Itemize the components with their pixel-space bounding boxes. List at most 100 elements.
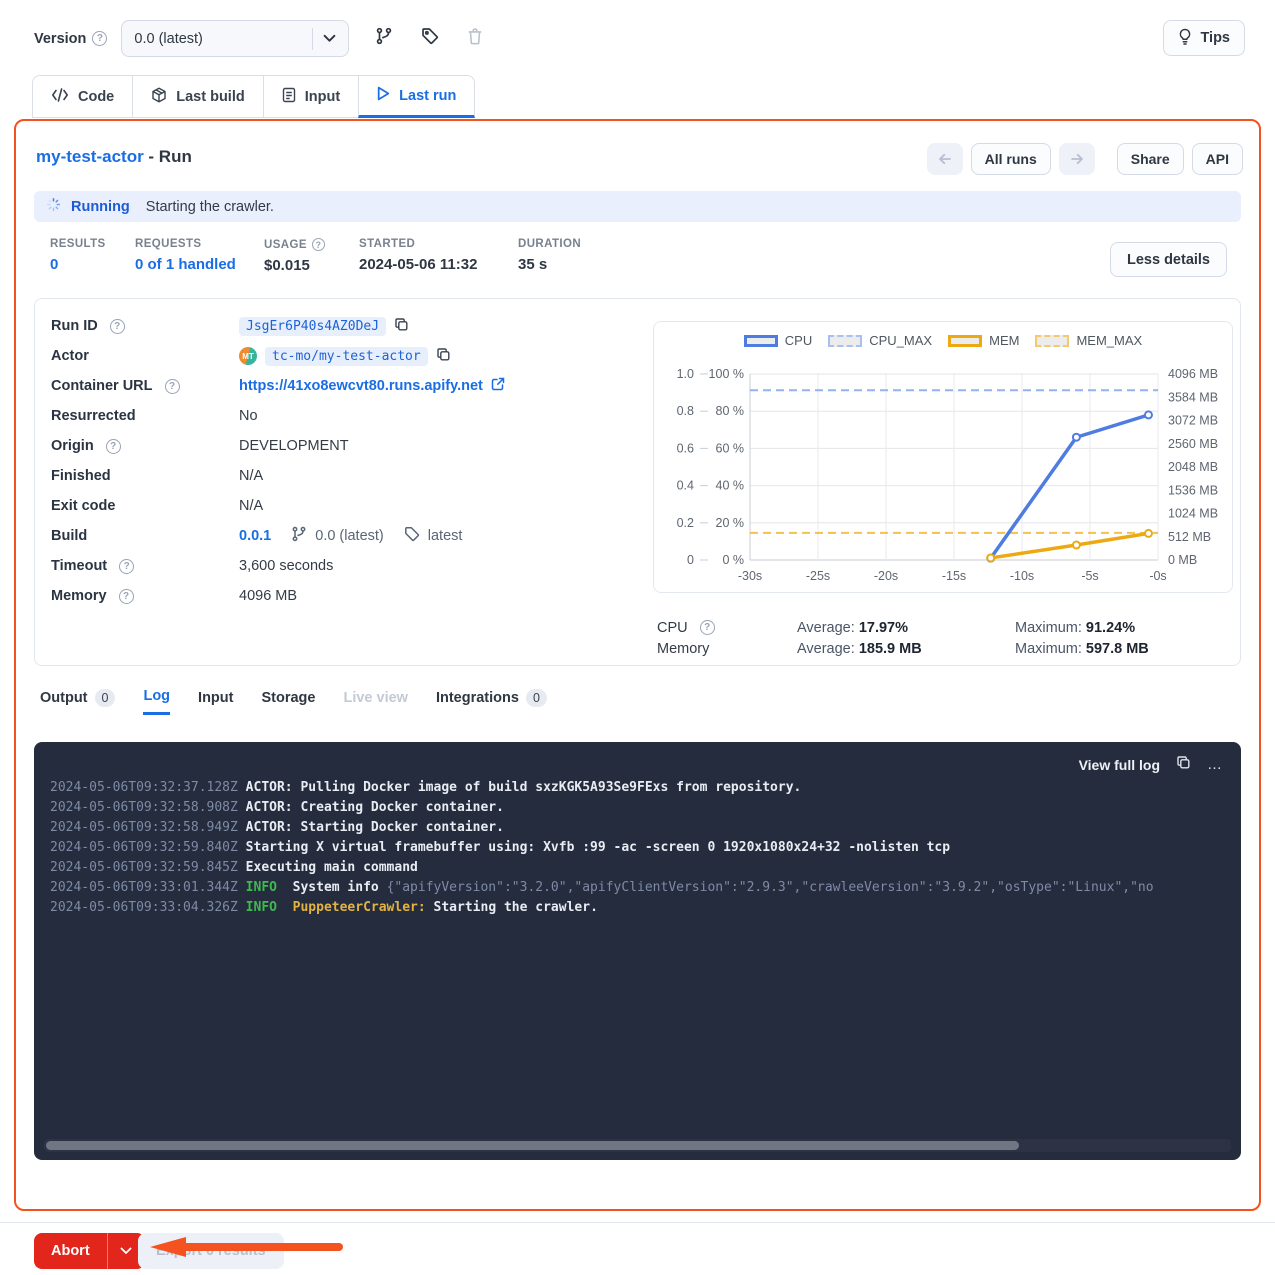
copy-icon[interactable]: [1176, 755, 1191, 775]
more-menu-icon[interactable]: [1207, 756, 1223, 774]
svg-text:20 %: 20 %: [716, 516, 745, 530]
log-header: View full log: [1079, 755, 1223, 775]
svg-text:4096 MB: 4096 MB: [1168, 367, 1218, 381]
view-full-log-button[interactable]: View full log: [1079, 757, 1160, 773]
stat-started: STARTED2024-05-06 11:32: [359, 238, 518, 274]
detail-row-resurrected: ResurrectedNo: [51, 401, 611, 431]
detail-row-memory: Memory4096 MB: [51, 581, 611, 611]
log-line: 2024-05-06T09:32:37.128Z ACTOR: Pulling …: [50, 778, 1241, 798]
all-runs-button[interactable]: All runs: [971, 143, 1051, 175]
next-run-button[interactable]: [1059, 143, 1095, 175]
legend-item-mem: MEM: [948, 333, 1019, 348]
abort-button[interactable]: Abort: [34, 1233, 108, 1269]
svg-text:0.4: 0.4: [677, 479, 694, 493]
chevron-down-icon: [323, 31, 336, 47]
detail-row-timeout: Timeout3,600 seconds: [51, 551, 611, 581]
detail-row-actor: ActorMTtc-mo/my-test-actor: [51, 341, 611, 371]
chevron-down-icon: [120, 1247, 132, 1255]
play-icon: [377, 86, 390, 105]
avatar: MT: [239, 347, 257, 365]
status-bar: Running Starting the crawler.: [34, 191, 1241, 222]
svg-text:0: 0: [687, 553, 694, 567]
legend-item-cpu: CPU: [744, 333, 812, 348]
footer-divider: [0, 1222, 1275, 1223]
code-icon: [51, 88, 69, 106]
copy-icon[interactable]: [436, 347, 451, 366]
svg-text:512 MB: 512 MB: [1168, 530, 1211, 544]
page-title: my-test-actor - Run: [36, 147, 192, 167]
version-select[interactable]: 0.0 (latest): [121, 20, 349, 57]
tips-label: Tips: [1200, 30, 1230, 46]
tab-live-view[interactable]: Live view: [343, 690, 407, 714]
tab-log[interactable]: Log: [143, 688, 170, 715]
scrollbar-thumb[interactable]: [46, 1141, 1019, 1150]
help-icon: [119, 559, 134, 574]
log-line: 2024-05-06T09:32:58.908Z ACTOR: Creating…: [50, 798, 1241, 818]
tab-output[interactable]: Output0: [40, 689, 115, 715]
detail-row-exit-code: Exit codeN/A: [51, 491, 611, 521]
actor-badge[interactable]: tc-mo/my-test-actor: [265, 347, 428, 366]
less-details-button[interactable]: Less details: [1110, 242, 1227, 277]
usage-row-cpu: CPUAverage: 17.97%Maximum: 91.24%: [657, 617, 1149, 638]
copy-icon[interactable]: [394, 317, 409, 336]
stat-usage: USAGE$0.015: [264, 238, 359, 274]
branch-icon[interactable]: [375, 27, 393, 50]
actor-name-link[interactable]: my-test-actor: [36, 147, 144, 166]
stat-duration: DURATION35 s: [518, 238, 608, 274]
svg-text:0.2: 0.2: [677, 516, 694, 530]
stat-value[interactable]: 0 of 1 handled: [135, 256, 264, 273]
legend-swatch: [1035, 335, 1069, 347]
tab-input[interactable]: Input: [263, 75, 359, 118]
help-icon: [110, 319, 125, 334]
stat-value[interactable]: 0: [50, 256, 135, 273]
usage-summary: CPUAverage: 17.97%Maximum: 91.24%MemoryA…: [657, 617, 1149, 659]
tab-run-input[interactable]: Input: [198, 690, 233, 714]
tab-integrations[interactable]: Integrations0: [436, 689, 547, 715]
svg-text:2560 MB: 2560 MB: [1168, 437, 1218, 451]
svg-text:1536 MB: 1536 MB: [1168, 483, 1218, 497]
branch-icon: [291, 526, 307, 546]
api-button[interactable]: API: [1192, 143, 1243, 175]
help-icon: [106, 439, 121, 454]
svg-text:40 %: 40 %: [716, 479, 745, 493]
share-button[interactable]: Share: [1117, 143, 1184, 175]
help-icon: [700, 620, 715, 635]
container-url-link[interactable]: https://41xo8ewcvt80.runs.apify.net: [239, 378, 483, 394]
integrations-count-badge: 0: [526, 689, 547, 707]
status-badge: Running: [71, 199, 130, 215]
tag-icon: [404, 526, 420, 546]
usage-row-memory: MemoryAverage: 185.9 MBMaximum: 597.8 MB: [657, 638, 1149, 659]
log-horizontal-scrollbar[interactable]: [44, 1139, 1231, 1152]
actor-tab-bar: Code Last build Input Last run: [32, 75, 475, 118]
detail-row-finished: FinishedN/A: [51, 461, 611, 491]
lightbulb-icon: [1178, 28, 1192, 49]
stat-value: 35 s: [518, 256, 608, 273]
stat-requests: REQUESTS0 of 1 handled: [135, 238, 264, 274]
tag-icon[interactable]: [421, 27, 439, 50]
svg-text:-5s: -5s: [1081, 569, 1098, 583]
tab-code[interactable]: Code: [32, 75, 133, 118]
run-nav: All runs Share API: [927, 143, 1243, 175]
document-icon: [282, 87, 296, 107]
annotation-arrow: [140, 1234, 346, 1265]
tab-last-run[interactable]: Last run: [358, 75, 475, 118]
svg-text:0 MB: 0 MB: [1168, 553, 1197, 567]
output-count-badge: 0: [95, 689, 116, 707]
run-panel: my-test-actor - Run All runs Share API R…: [14, 119, 1261, 1211]
detail-value-text: N/A: [239, 498, 263, 514]
svg-text:-0s: -0s: [1149, 569, 1166, 583]
svg-text:1.0: 1.0: [677, 367, 694, 381]
tab-storage[interactable]: Storage: [261, 690, 315, 714]
log-line: 2024-05-06T09:32:58.949Z ACTOR: Starting…: [50, 818, 1241, 838]
arrow-left-icon: [937, 151, 953, 167]
build-number-link[interactable]: 0.0.1: [239, 528, 271, 544]
details-card: Run IDJsgEr6P40s4AZ0DeJActorMTtc-mo/my-t…: [34, 298, 1241, 666]
help-icon: [165, 379, 180, 394]
tab-last-build[interactable]: Last build: [132, 75, 263, 118]
svg-text:-10s: -10s: [1010, 569, 1034, 583]
detail-row-container-url: Container URLhttps://41xo8ewcvt80.runs.a…: [51, 371, 611, 401]
prev-run-button[interactable]: [927, 143, 963, 175]
help-icon: [92, 31, 107, 46]
tips-button[interactable]: Tips: [1163, 20, 1245, 56]
trash-icon[interactable]: [467, 28, 483, 50]
